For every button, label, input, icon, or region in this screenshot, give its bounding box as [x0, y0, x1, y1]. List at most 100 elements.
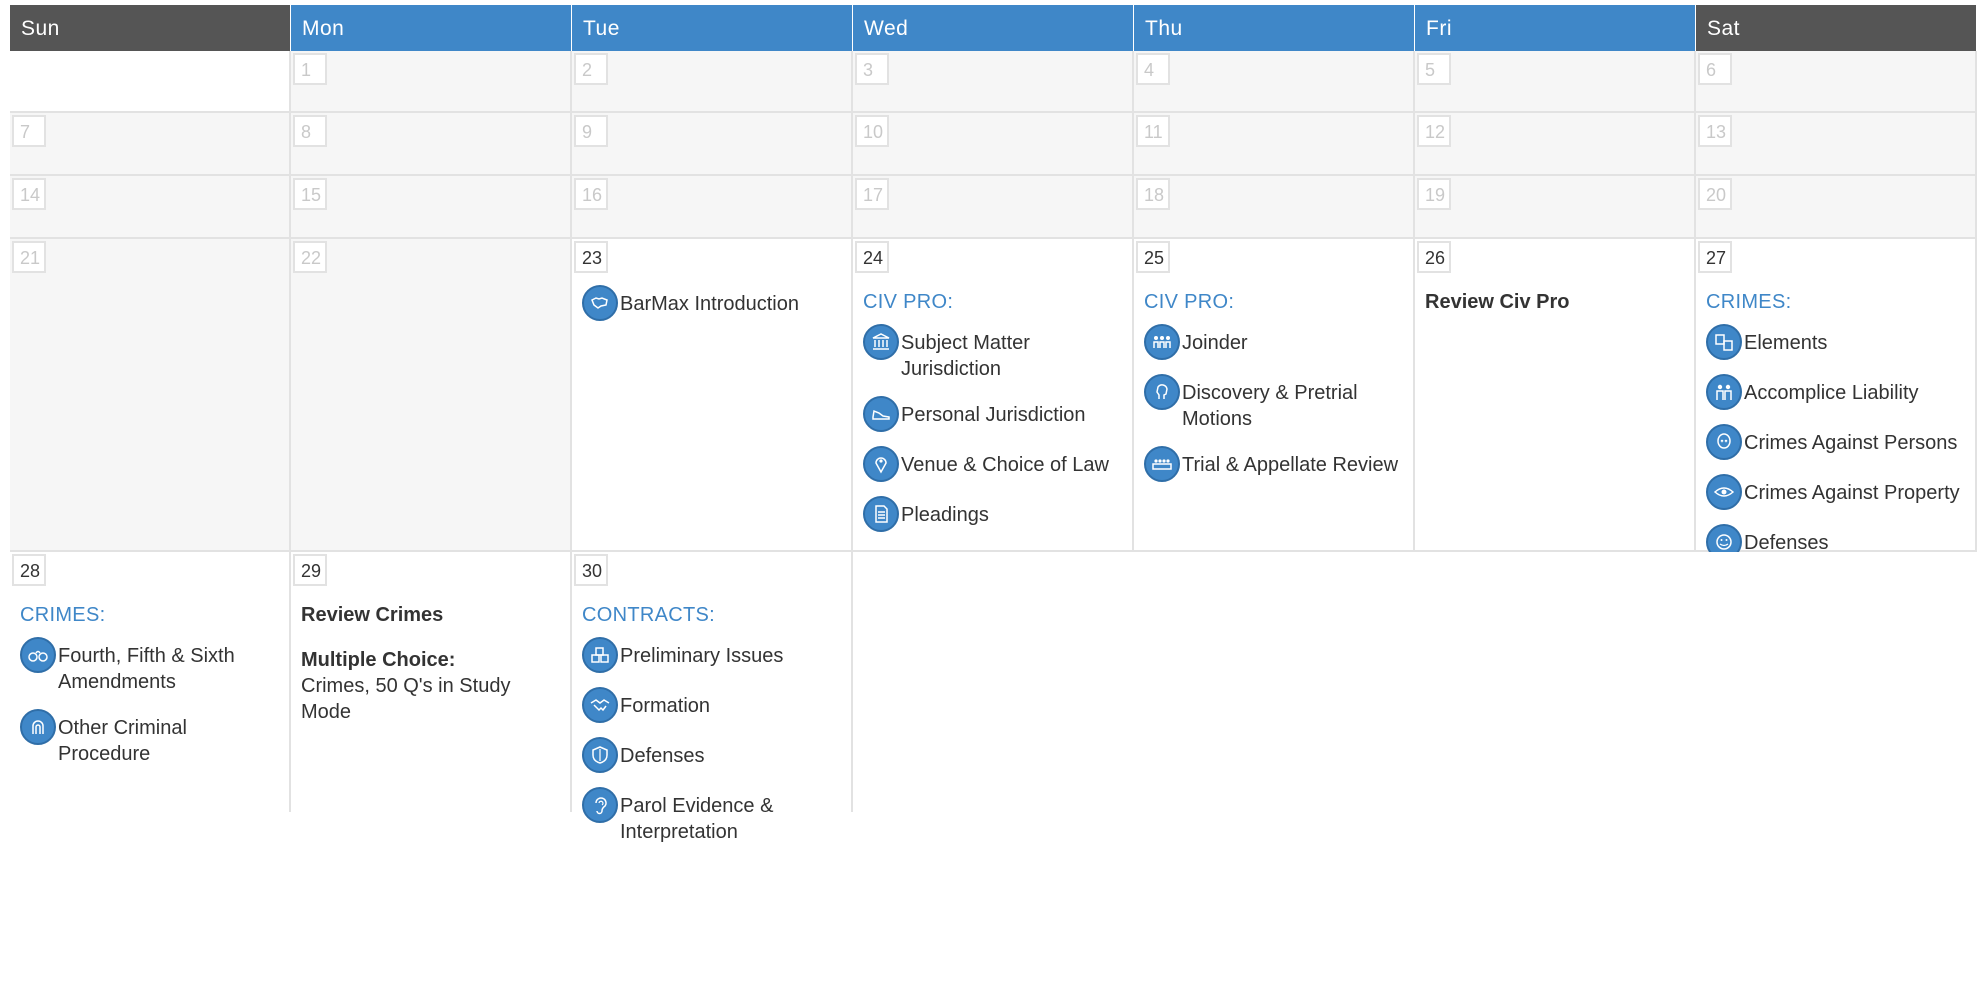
- day-cell-6[interactable]: 6: [1696, 51, 1977, 113]
- lesson-item-preliminary-issues[interactable]: Preliminary Issues: [582, 637, 845, 673]
- weekday-header-wed: Wed: [853, 5, 1134, 51]
- day-cell-21[interactable]: 21: [10, 239, 291, 552]
- day-cell-8[interactable]: 8: [291, 113, 572, 176]
- day-cell-9[interactable]: 9: [572, 113, 853, 176]
- review-title[interactable]: Review Crimes: [301, 604, 564, 627]
- day-number: 1: [293, 53, 327, 85]
- day-number: 30: [574, 554, 608, 586]
- day-cell-14[interactable]: 14: [10, 176, 291, 239]
- multiple-choice-label: Multiple Choice:: [301, 649, 456, 671]
- day-cell-27[interactable]: 27 CRIMES: Elements Accomplice Liability…: [1696, 239, 1977, 560]
- day-cell-empty: [10, 51, 291, 113]
- lesson-item-elements[interactable]: Elements: [1706, 324, 1969, 360]
- day-cell-10[interactable]: 10: [853, 113, 1134, 176]
- victim-icon: [1706, 424, 1742, 460]
- lesson-item-personal-jurisdiction[interactable]: Personal Jurisdiction: [863, 396, 1126, 432]
- day-cell-12[interactable]: 12: [1415, 113, 1696, 176]
- day-number: 18: [1136, 178, 1170, 210]
- jury-box-icon: [1144, 446, 1180, 482]
- day-cell-23[interactable]: 23 BarMax Introduction: [572, 239, 853, 552]
- blocks-icon: [582, 637, 618, 673]
- day-number: 11: [1136, 115, 1170, 147]
- day-number: 20: [1698, 178, 1732, 210]
- day-number: 14: [12, 178, 46, 210]
- day-content: CIV PRO: Joinder Discovery & Pretrial Mo…: [1144, 291, 1407, 502]
- day-cell-1[interactable]: 1: [291, 51, 572, 113]
- day-number: 23: [574, 241, 608, 273]
- day-number: 21: [12, 241, 46, 273]
- day-number: 29: [293, 554, 327, 586]
- weekday-header-mon: Mon: [291, 5, 572, 51]
- day-cell-20[interactable]: 20: [1696, 176, 1977, 239]
- day-number: 28: [12, 554, 46, 586]
- sneaker-icon: [863, 396, 899, 432]
- lesson-label: Preliminary Issues: [620, 645, 784, 667]
- lesson-item-defenses[interactable]: Defenses: [582, 737, 845, 773]
- lesson-item-venue-choice-of-law[interactable]: Venue & Choice of Law: [863, 446, 1126, 482]
- day-cell-30[interactable]: 30 CONTRACTS: Preliminary Issues Formati…: [572, 552, 853, 843]
- day-content: Review Civ Pro: [1425, 291, 1688, 334]
- day-cell-3[interactable]: 3: [853, 51, 1134, 113]
- day-cell-26[interactable]: 26 Review Civ Pro: [1415, 239, 1696, 552]
- week-row: 21 22 23 BarMax Introduction 24 CIV PRO:…: [10, 239, 1980, 560]
- group-icon: [1144, 324, 1180, 360]
- lesson-item-joinder[interactable]: Joinder: [1144, 324, 1407, 360]
- lesson-item-subject-matter-jurisdiction[interactable]: Subject Matter Jurisdiction: [863, 324, 1126, 382]
- day-cell-24[interactable]: 24 CIV PRO: Subject Matter Jurisdiction …: [853, 239, 1134, 552]
- day-cell-11[interactable]: 11: [1134, 113, 1415, 176]
- lesson-label: Other Criminal Procedure: [58, 717, 187, 765]
- lesson-label: Trial & Appellate Review: [1182, 454, 1399, 476]
- day-cell-17[interactable]: 17: [853, 176, 1134, 239]
- lesson-label: Subject Matter Jurisdiction: [901, 332, 1030, 380]
- lesson-label: Accomplice Liability: [1744, 382, 1919, 404]
- handshake-icon: [582, 687, 618, 723]
- day-cell-5[interactable]: 5: [1415, 51, 1696, 113]
- day-cell-28[interactable]: 28 CRIMES: Fourth, Fifth & Sixth Amendme…: [10, 552, 291, 812]
- multiple-choice-text: Crimes, 50 Q's in Study Mode: [301, 675, 511, 723]
- lesson-item-parol-evidence-interpretation[interactable]: Parol Evidence & Interpretation: [582, 787, 845, 845]
- day-cell-15[interactable]: 15: [291, 176, 572, 239]
- subject-heading: CRIMES:: [20, 604, 106, 626]
- day-cell-7[interactable]: 7: [10, 113, 291, 176]
- lesson-item-accomplice-liability[interactable]: Accomplice Liability: [1706, 374, 1969, 410]
- person-profile-icon: [1144, 374, 1180, 410]
- day-cell-empty: [853, 552, 1134, 812]
- day-number: 7: [12, 115, 46, 147]
- day-cell-16[interactable]: 16: [572, 176, 853, 239]
- day-content: Review Crimes Multiple Choice: Crimes, 5…: [301, 604, 564, 725]
- day-number: 2: [574, 53, 608, 85]
- lesson-label: Pleadings: [901, 504, 989, 526]
- lesson-label: Defenses: [620, 745, 705, 767]
- multiple-choice-assignment[interactable]: Multiple Choice: Crimes, 50 Q's in Study…: [301, 647, 564, 725]
- weekday-header-row: Sun Mon Tue Wed Thu Fri Sat: [10, 5, 1980, 51]
- lesson-item-trial-appellate-review[interactable]: Trial & Appellate Review: [1144, 446, 1407, 482]
- lesson-item-pleadings[interactable]: Pleadings: [863, 496, 1126, 532]
- day-cell-4[interactable]: 4: [1134, 51, 1415, 113]
- lesson-item-fourth-fifth-sixth-amendments[interactable]: Fourth, Fifth & Sixth Amendments: [20, 637, 283, 695]
- lesson-item-discovery-pretrial-motions[interactable]: Discovery & Pretrial Motions: [1144, 374, 1407, 432]
- day-cell-22[interactable]: 22: [291, 239, 572, 552]
- ear-icon: [582, 787, 618, 823]
- lesson-label: Fourth, Fifth & Sixth Amendments: [58, 645, 235, 693]
- document-icon: [863, 496, 899, 532]
- map-icon: [582, 285, 618, 321]
- day-cell-25[interactable]: 25 CIV PRO: Joinder Discovery & Pretrial…: [1134, 239, 1415, 552]
- lesson-item-crimes-against-property[interactable]: Crimes Against Property: [1706, 474, 1969, 510]
- day-cell-19[interactable]: 19: [1415, 176, 1696, 239]
- lesson-item-crimes-against-persons[interactable]: Crimes Against Persons: [1706, 424, 1969, 460]
- day-cell-18[interactable]: 18: [1134, 176, 1415, 239]
- lesson-item-other-criminal-procedure[interactable]: Other Criminal Procedure: [20, 709, 283, 767]
- lesson-item-barmax-introduction[interactable]: BarMax Introduction: [582, 285, 845, 321]
- fingerprint-icon: [20, 709, 56, 745]
- lesson-label: Formation: [620, 695, 711, 717]
- day-number: 25: [1136, 241, 1170, 273]
- lesson-item-formation[interactable]: Formation: [582, 687, 845, 723]
- review-title[interactable]: Review Civ Pro: [1425, 291, 1688, 314]
- day-cell-29[interactable]: 29 Review Crimes Multiple Choice: Crimes…: [291, 552, 572, 812]
- day-cell-2[interactable]: 2: [572, 51, 853, 113]
- week-row: 7 8 9 10 11 12 13: [10, 113, 1980, 176]
- day-cell-empty: [1134, 552, 1415, 812]
- lesson-label: BarMax Introduction: [620, 293, 799, 315]
- day-number: 17: [855, 178, 889, 210]
- day-cell-13[interactable]: 13: [1696, 113, 1977, 176]
